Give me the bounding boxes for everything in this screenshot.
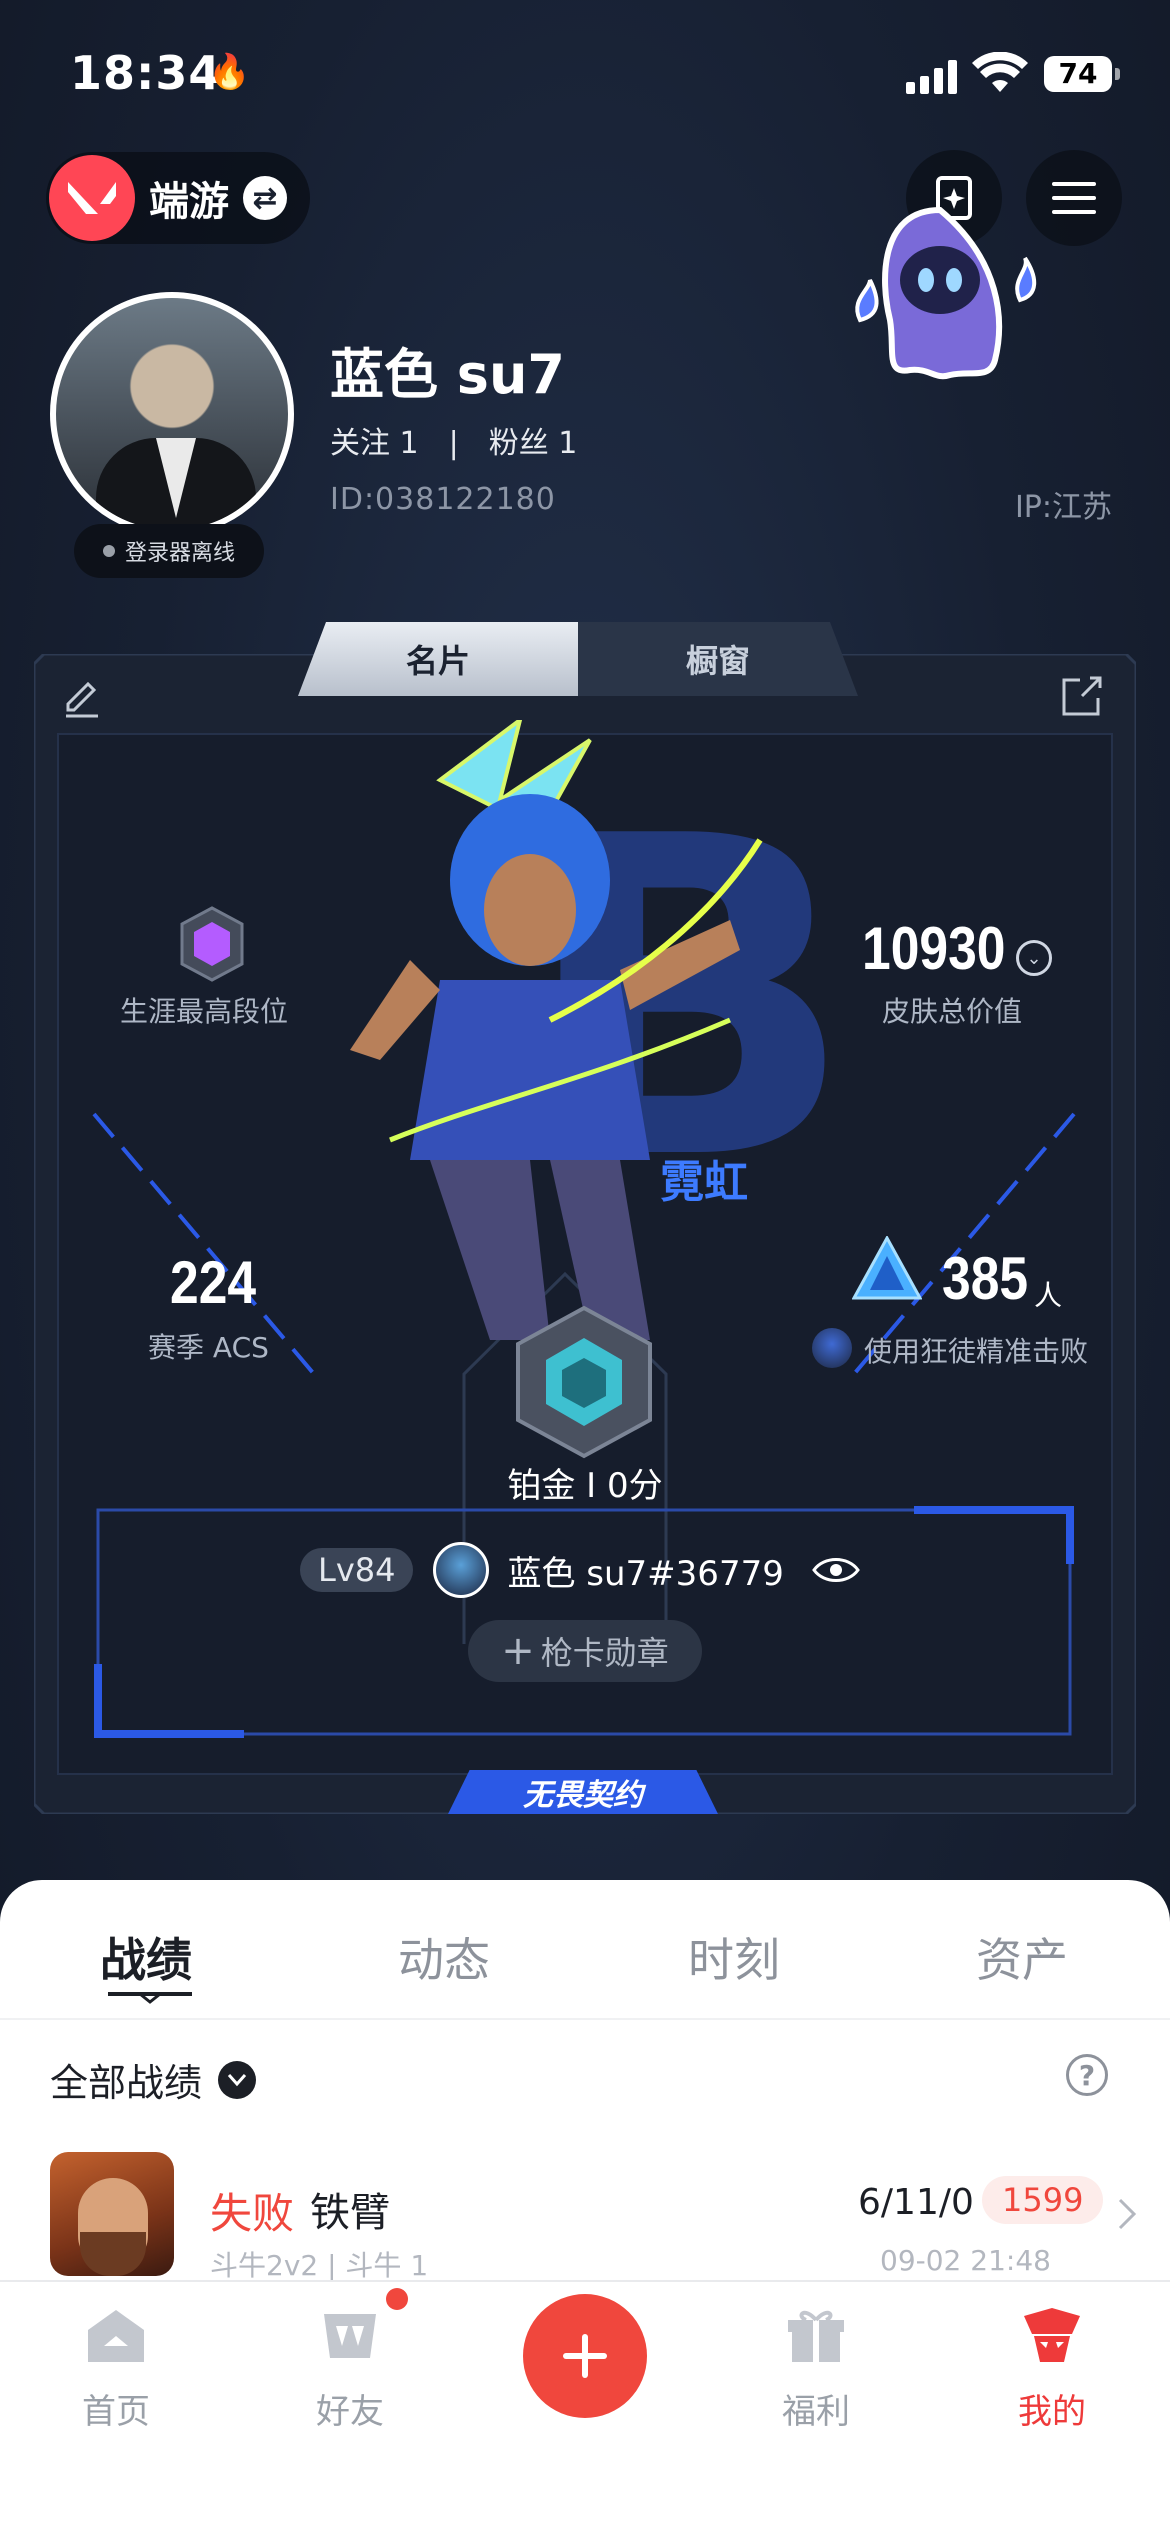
valorant-cn-tag: 无畏契约	[448, 1770, 718, 1814]
season-acs: 224	[170, 1249, 257, 1316]
match-time: 09-02 21:48	[880, 2244, 1051, 2277]
followers-link[interactable]: 粉丝 1	[489, 426, 578, 461]
nickname: 蓝色 su7	[330, 343, 565, 406]
user-id: ID:038122180	[330, 482, 556, 517]
follow-stats: 关注 1 | 粉丝 1	[330, 418, 577, 462]
kill-count: 385	[942, 1245, 1029, 1312]
followers-label: 粉丝	[488, 426, 549, 461]
match-score-badge: 1599	[982, 2176, 1104, 2224]
share-icon[interactable]	[1060, 674, 1104, 718]
riot-id: 蓝色 su7#36779	[507, 1553, 784, 1594]
kills-label: 使用狂徒精准击败	[864, 1335, 1089, 1368]
battery-indicator: 74	[1044, 56, 1120, 92]
dropdown-icon	[218, 2060, 257, 2099]
nav-home[interactable]: 首页	[46, 2306, 186, 2433]
menu-button[interactable]	[1026, 150, 1122, 246]
plus-icon	[563, 2334, 607, 2378]
ghost-mascot-icon	[855, 206, 1037, 380]
tab-feed[interactable]: 动态	[398, 1924, 490, 1990]
weapon-agent-avatar	[812, 1328, 852, 1368]
records-sheet: 战绩 动态 时刻 资产 全部战绩 ? 失败 铁臂 斗牛2v2 | 斗牛 1 6/…	[0, 1880, 1170, 2282]
screen: 18:34 🔥 74 端游 ⇄ 登录器离线 蓝色 su7 关注 1 | 粉丝 1…	[0, 0, 1170, 2532]
plus-icon: +	[501, 1628, 535, 1674]
create-post-button[interactable]	[523, 2294, 647, 2418]
skin-value: 10930	[862, 915, 1006, 982]
followers-count: 1	[558, 426, 578, 461]
match-kda: 6/11/0	[858, 2182, 974, 2223]
following-count: 1	[399, 426, 419, 461]
friends-icon	[324, 2314, 376, 2358]
wifi-icon	[972, 52, 1028, 92]
tab-records[interactable]: 战绩	[100, 1924, 192, 1990]
match-result: 失败	[210, 2189, 295, 2238]
nav-friends-label: 好友	[316, 2392, 384, 2432]
nav-me[interactable]: 我的	[982, 2306, 1122, 2433]
following-link[interactable]: 关注 1	[330, 426, 419, 461]
divider: |	[448, 426, 459, 461]
season-acs-label: 赛季 ACS	[148, 1331, 269, 1364]
current-rank: 铂金 I 0分	[507, 1466, 663, 1506]
edit-icon[interactable]	[60, 676, 104, 720]
hamburger-icon	[1052, 182, 1096, 214]
agent-mask-icon	[1024, 2308, 1080, 2362]
career-rank-label: 生涯最高段位	[120, 995, 289, 1028]
match-row[interactable]: 失败 铁臂 斗牛2v2 | 斗牛 1 6/11/0 1599 09-02 21:…	[0, 2140, 1170, 2282]
ip-location: IP:江苏	[1014, 490, 1112, 525]
tab-showcase[interactable]: 橱窗	[578, 622, 858, 696]
level-badge: Lv84	[300, 1548, 414, 1592]
valorant-logo-icon	[49, 155, 135, 241]
launcher-status-badge: 登录器离线	[74, 524, 264, 578]
status-bar: 18:34 🔥 74	[0, 0, 1170, 140]
profile-avatar[interactable]	[50, 292, 294, 536]
records-filter[interactable]: 全部战绩	[50, 2052, 257, 2107]
match-agent: 铁臂	[310, 2190, 390, 2236]
chevron-down-icon[interactable]: ⌄	[1016, 940, 1052, 976]
cellular-signal-icon	[906, 58, 958, 94]
eye-icon[interactable]	[811, 1554, 860, 1586]
swap-icon: ⇄	[243, 176, 287, 220]
add-medal-button[interactable]: + 枪卡勋章	[468, 1620, 702, 1682]
main-tabs: 战绩 动态 时刻 资产	[0, 1880, 1170, 2020]
flame-icon: 🔥	[208, 52, 251, 92]
player-card-avatar	[433, 1542, 490, 1598]
player-id-row: Lv84 蓝色 su7#36779	[300, 1542, 860, 1598]
agent-name: 霓虹	[660, 1157, 748, 1208]
gift-icon	[788, 2310, 844, 2362]
offline-dot-icon	[102, 545, 115, 557]
match-mode: 斗牛2v2 | 斗牛 1	[210, 2249, 429, 2282]
kill-unit: 人	[1034, 1279, 1063, 1312]
nav-rewards-label: 福利	[782, 2392, 850, 2432]
platinum-rank-icon	[516, 1305, 652, 1459]
nav-home-label: 首页	[82, 2392, 150, 2432]
chevron-right-icon	[1118, 2198, 1137, 2230]
nav-rewards[interactable]: 福利	[746, 2306, 886, 2433]
tab-moments[interactable]: 时刻	[688, 1924, 780, 1990]
add-medal-label: 枪卡勋章	[540, 1634, 669, 1672]
active-tab-indicator	[108, 1992, 192, 2004]
home-icon	[88, 2310, 144, 2362]
following-label: 关注	[330, 426, 390, 461]
agent-portrait	[350, 720, 763, 1340]
game-name: 端游	[149, 179, 229, 225]
agent-portrait-thumbnail	[50, 2152, 174, 2276]
portrait-beard	[80, 2232, 146, 2276]
skin-value-label: 皮肤总价值	[882, 995, 1023, 1028]
filter-label: 全部战绩	[50, 2061, 203, 2105]
rank-gem-icon	[180, 906, 244, 982]
nav-me-label: 我的	[1018, 2392, 1086, 2432]
tab-assets[interactable]: 资产	[976, 1924, 1068, 1990]
radiant-triangle-icon	[852, 1236, 922, 1300]
launcher-status-text: 登录器离线	[124, 541, 235, 566]
nav-friends[interactable]: 好友	[280, 2306, 420, 2433]
notification-dot	[386, 2288, 408, 2310]
card-tabs: 名片 橱窗	[298, 622, 858, 696]
tab-business-card[interactable]: 名片	[298, 622, 578, 696]
help-icon[interactable]: ?	[1066, 2054, 1108, 2096]
clock: 18:34	[70, 46, 222, 100]
game-switcher[interactable]: 端游 ⇄	[46, 152, 310, 244]
